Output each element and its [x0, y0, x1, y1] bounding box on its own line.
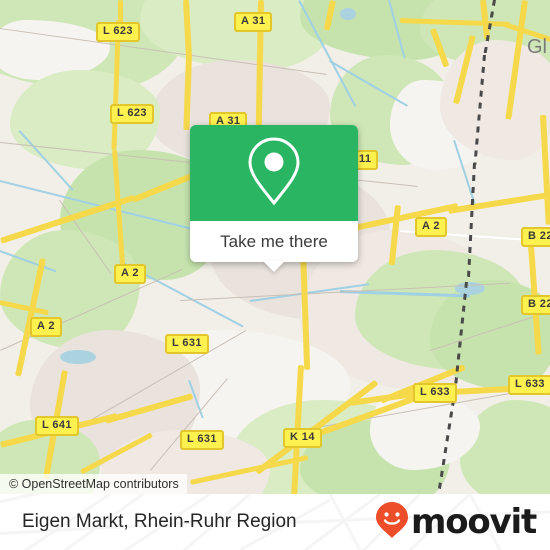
road-shield: L 631: [165, 334, 209, 354]
page-title: Eigen Markt, Rhein-Ruhr Region: [22, 511, 297, 532]
road-shield: B 224: [521, 295, 550, 315]
popup-pointer-tail: [263, 261, 285, 272]
footer-content: Eigen Markt, Rhein-Ruhr Region moovit: [0, 494, 550, 550]
moovit-logo[interactable]: moovit: [375, 501, 537, 544]
road-shield: L 641: [35, 416, 79, 436]
road-shield: L 623: [96, 22, 140, 42]
road-shield: L 633: [413, 383, 457, 403]
road-shield: A 2: [114, 264, 146, 284]
road-shield: A 2: [30, 317, 62, 337]
road-shield: A 31: [234, 12, 273, 32]
osm-attribution[interactable]: © OpenStreetMap contributors: [0, 474, 187, 494]
road-shield: K 14: [283, 428, 322, 448]
take-me-there-label: Take me there: [220, 231, 328, 251]
road-shield: L 633: [508, 375, 550, 395]
screenshot-root: Gl L 623A 31L 623A 3111A 2B 224A 2B 224A…: [0, 0, 550, 550]
road-shield: A 2: [415, 217, 447, 237]
map-pin-icon: [243, 134, 305, 213]
road-shield: B 224: [521, 227, 550, 247]
location-popup-card[interactable]: Take me there: [190, 125, 358, 272]
road-shield: L 623: [110, 104, 154, 124]
moovit-pin-smiley-icon: [375, 501, 409, 544]
road-shield: L 631: [180, 430, 224, 450]
footer-bar: Eigen Markt, Rhein-Ruhr Region moovit: [0, 494, 550, 550]
moovit-wordmark: moovit: [410, 502, 537, 542]
popup-pin-area: [190, 125, 358, 221]
take-me-there-button[interactable]: Take me there: [190, 221, 358, 262]
